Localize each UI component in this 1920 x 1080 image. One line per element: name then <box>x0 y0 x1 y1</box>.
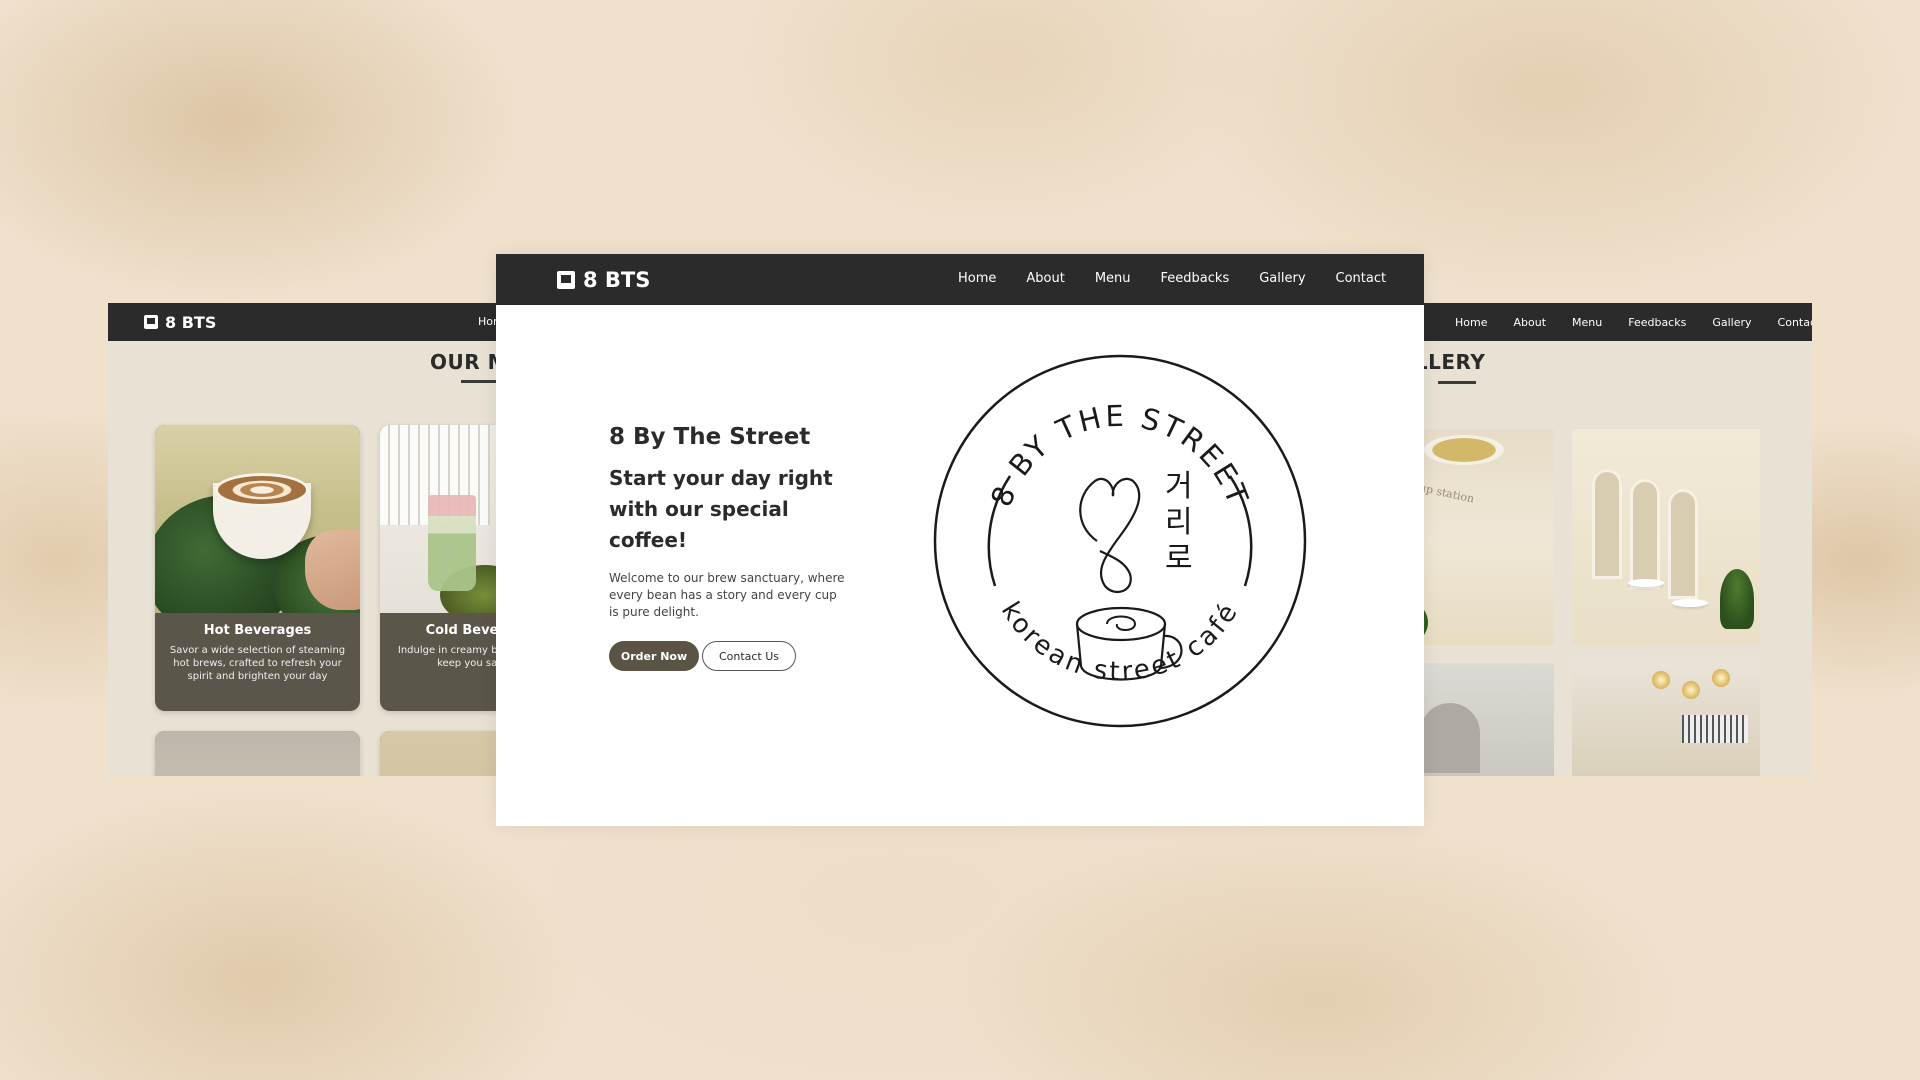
hot-latte-photo <box>155 425 360 613</box>
nav-link-feedbacks[interactable]: Feedbacks <box>1161 271 1230 286</box>
menu-title-underline <box>461 380 499 383</box>
nav-link-feedbacks[interactable]: Feedbacks <box>1628 316 1686 329</box>
card-title: Hot Beverages <box>203 623 312 638</box>
hero-tagline: Start your day right with our special co… <box>609 466 833 552</box>
nav-link-home[interactable]: Home <box>1455 316 1487 329</box>
nav-link-contact[interactable]: Contact <box>1336 271 1387 286</box>
cafe-logo-emblem: 8 BY THE STREET korean street café 거 리 로 <box>925 346 1315 736</box>
nav-link-gallery[interactable]: Gallery <box>1712 316 1751 329</box>
logo-korean-char-1: 거 <box>1165 469 1193 504</box>
contact-us-button[interactable]: Contact Us <box>702 641 796 671</box>
hero-cafe-name: 8 By The Street <box>609 424 811 450</box>
logo-top-text-path: 8 BY THE STREET <box>984 399 1253 511</box>
nav-link-menu[interactable]: Menu <box>1095 271 1131 286</box>
card-description: Savor a wide selection of steaming hot b… <box>169 645 346 682</box>
home-page-preview: 8 BTS Home About Menu Feedbacks Gallery … <box>496 254 1424 826</box>
logo-korean-char-2: 리 <box>1165 505 1193 540</box>
brand-name: 8 BTS <box>165 312 217 332</box>
gallery-page-preview: Home About Menu Feedbacks Gallery Contac… <box>1400 303 1812 776</box>
laptop-icon <box>557 270 575 289</box>
gallery-title-underline <box>1438 381 1476 384</box>
nav-link-home[interactable]: Home <box>958 271 996 286</box>
gallery-photo-ceiling-lamps[interactable] <box>1572 663 1760 776</box>
nav-link-about[interactable]: About <box>1026 271 1064 286</box>
home-page-navbar: 8 BTS Home About Menu Feedbacks Gallery … <box>496 254 1424 305</box>
laptop-icon <box>144 315 158 329</box>
gallery-page-nav-links: Home About Menu Feedbacks Gallery Contac… <box>1455 316 1812 329</box>
brand-logo[interactable]: 8 BTS <box>144 313 216 332</box>
menu-card-third[interactable] <box>155 731 360 776</box>
gallery-page-navbar: Home About Menu Feedbacks Gallery Contac… <box>1400 303 1812 341</box>
logo-top-text: 8 BY THE STREET <box>984 399 1256 511</box>
logo-bottom-text-path: korean street café <box>995 597 1242 687</box>
brand-logo[interactable]: 8 BTS <box>557 268 650 292</box>
logo-korean-char-3: 로 <box>1165 541 1193 576</box>
nav-link-contact[interactable]: Contact <box>1778 316 1812 329</box>
menu-photo <box>155 731 360 776</box>
order-now-button[interactable]: Order Now <box>609 641 699 671</box>
nav-link-about[interactable]: About <box>1513 316 1546 329</box>
menu-card-hot-beverages[interactable]: Hot Beverages Savor a wide selection of … <box>155 425 360 711</box>
gallery-photo-arches[interactable] <box>1572 429 1760 645</box>
logo-bottom-text: korean street café <box>995 597 1245 687</box>
home-page-nav-links: Home About Menu Feedbacks Gallery Contac… <box>958 271 1416 286</box>
brand-name: 8 BTS <box>583 267 651 292</box>
nav-link-menu[interactable]: Menu <box>1572 316 1602 329</box>
nav-link-gallery[interactable]: Gallery <box>1259 271 1305 286</box>
hero-description: Welcome to our brew sanctuary, where eve… <box>609 571 845 619</box>
